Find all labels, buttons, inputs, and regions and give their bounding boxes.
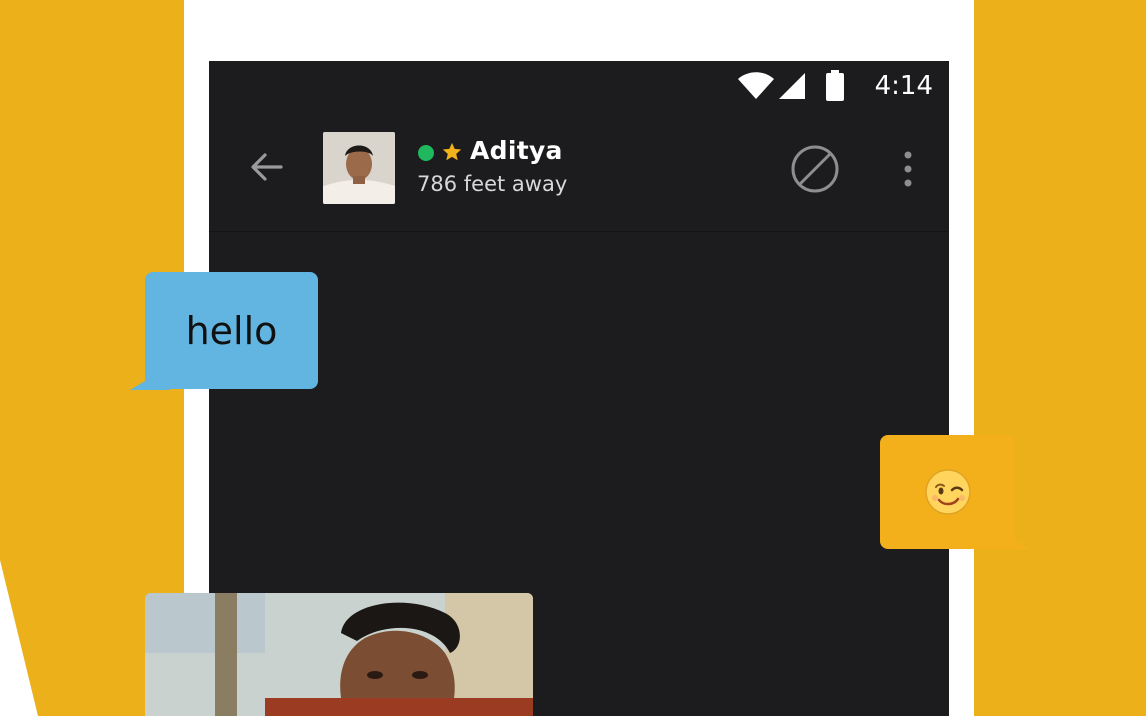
wink-emoji-icon [925, 469, 971, 515]
background-stripe [0, 560, 38, 716]
block-icon[interactable] [789, 143, 841, 195]
avatar[interactable] [323, 132, 395, 204]
status-bar: 4:14 [209, 61, 949, 111]
arrow-left-icon[interactable] [245, 145, 289, 189]
message-text: hello [185, 308, 278, 353]
star-icon [442, 142, 462, 161]
status-time: 4:14 [874, 71, 933, 101]
contact-name[interactable]: Aditya [470, 136, 563, 165]
signal-icon [779, 73, 805, 99]
avatar-photo [323, 132, 395, 204]
photo-message[interactable] [145, 593, 533, 716]
photo-image [145, 593, 533, 716]
contact-distance: 786 feet away [417, 172, 568, 196]
more-vertical-icon[interactable] [893, 147, 923, 191]
message-bubble-received[interactable]: hello [145, 272, 318, 389]
online-indicator [418, 145, 434, 161]
battery-icon [826, 70, 844, 101]
wifi-icon [738, 72, 774, 99]
